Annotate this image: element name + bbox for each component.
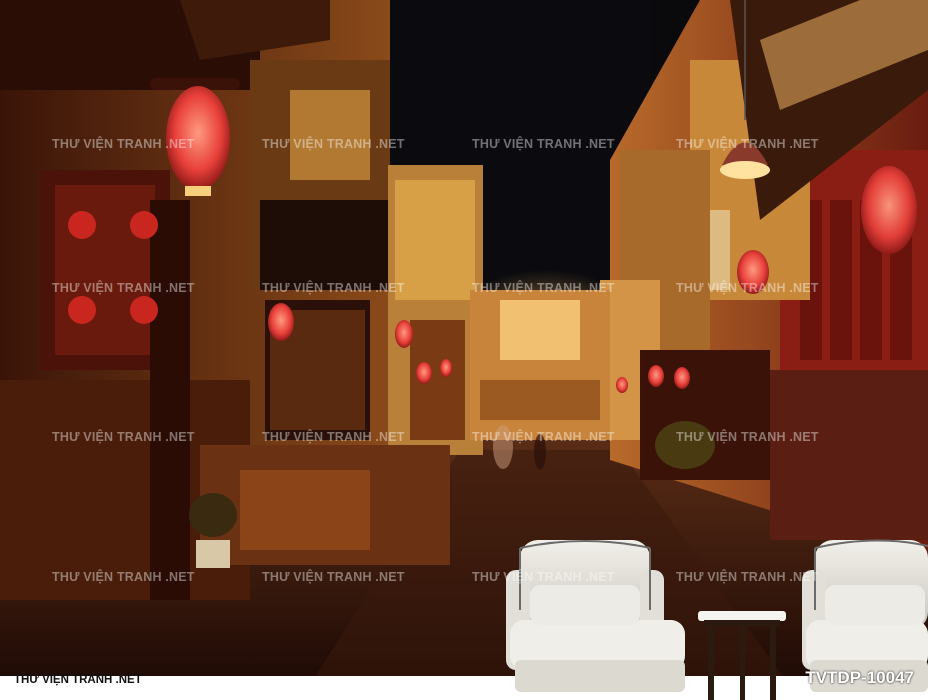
street-photo: [0, 0, 928, 700]
brand-label: THƯ VIỆN TRANH .NET: [14, 674, 142, 686]
side-table: [698, 611, 786, 700]
wallpaper-scene: THƯ VIỆN TRANH .NET THƯ VIỆN TRANH .NET …: [0, 0, 928, 700]
product-code: TVTDP-10047: [805, 668, 914, 687]
